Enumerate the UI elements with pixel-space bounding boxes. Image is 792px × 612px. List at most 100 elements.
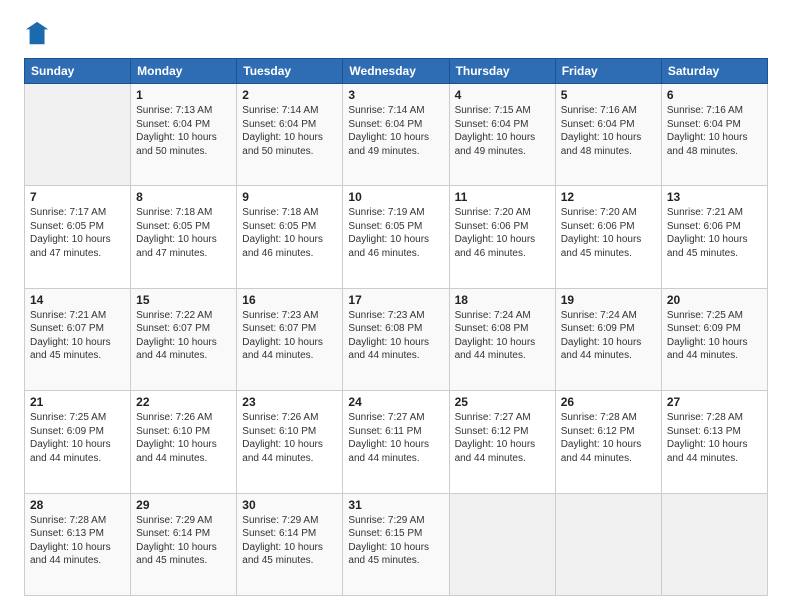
day-cell: 28 Sunrise: 7:28 AM Sunset: 6:13 PM Dayli… <box>25 493 131 595</box>
day-number: 30 <box>242 498 337 512</box>
day-number: 7 <box>30 190 125 204</box>
day-cell: 10 Sunrise: 7:19 AM Sunset: 6:05 PM Dayli… <box>343 186 449 288</box>
day-cell: 12 Sunrise: 7:20 AM Sunset: 6:06 PM Dayli… <box>555 186 661 288</box>
day-cell: 11 Sunrise: 7:20 AM Sunset: 6:06 PM Dayli… <box>449 186 555 288</box>
day-cell: 1 Sunrise: 7:13 AM Sunset: 6:04 PM Daylig… <box>131 84 237 186</box>
column-header-friday: Friday <box>555 59 661 84</box>
day-info: Sunrise: 7:20 AM Sunset: 6:06 PM Dayligh… <box>561 206 656 260</box>
day-number: 31 <box>348 498 443 512</box>
day-info: Sunrise: 7:18 AM Sunset: 6:05 PM Dayligh… <box>242 206 337 260</box>
week-row-1: 1 Sunrise: 7:13 AM Sunset: 6:04 PM Daylig… <box>25 84 768 186</box>
day-info: Sunrise: 7:15 AM Sunset: 6:04 PM Dayligh… <box>455 104 550 158</box>
day-number: 27 <box>667 395 762 409</box>
day-cell <box>555 493 661 595</box>
week-row-2: 7Sunrise: 7:17 AM Sunset: 6:05 PM Daylig… <box>25 186 768 288</box>
day-number: 1 <box>136 88 231 102</box>
day-number: 23 <box>242 395 337 409</box>
day-number: 28 <box>30 498 125 512</box>
calendar-page: SundayMondayTuesdayWednesdayThursdayFrid… <box>0 0 792 612</box>
day-number: 9 <box>242 190 337 204</box>
day-info: Sunrise: 7:28 AM Sunset: 6:13 PM Dayligh… <box>30 514 125 568</box>
day-cell: 18 Sunrise: 7:24 AM Sunset: 6:08 PM Dayli… <box>449 288 555 390</box>
day-info: Sunrise: 7:20 AM Sunset: 6:06 PM Dayligh… <box>455 206 550 260</box>
column-header-wednesday: Wednesday <box>343 59 449 84</box>
day-cell: 7Sunrise: 7:17 AM Sunset: 6:05 PM Daylig… <box>25 186 131 288</box>
day-cell: 22 Sunrise: 7:26 AM Sunset: 6:10 PM Dayli… <box>131 391 237 493</box>
day-info: Sunrise: 7:25 AM Sunset: 6:09 PM Dayligh… <box>667 309 762 363</box>
day-info: Sunrise: 7:23 AM Sunset: 6:07 PM Dayligh… <box>242 309 337 363</box>
day-number: 3 <box>348 88 443 102</box>
day-info: Sunrise: 7:29 AM Sunset: 6:14 PM Dayligh… <box>136 514 231 568</box>
day-number: 18 <box>455 293 550 307</box>
day-cell: 25 Sunrise: 7:27 AM Sunset: 6:12 PM Dayli… <box>449 391 555 493</box>
day-cell: 29 Sunrise: 7:29 AM Sunset: 6:14 PM Dayli… <box>131 493 237 595</box>
day-number: 4 <box>455 88 550 102</box>
day-number: 2 <box>242 88 337 102</box>
calendar-body: 1 Sunrise: 7:13 AM Sunset: 6:04 PM Daylig… <box>25 84 768 596</box>
day-number: 21 <box>30 395 125 409</box>
day-cell: 14 Sunrise: 7:21 AM Sunset: 6:07 PM Dayli… <box>25 288 131 390</box>
logo-icon <box>24 20 52 48</box>
day-number: 10 <box>348 190 443 204</box>
day-cell: 9 Sunrise: 7:18 AM Sunset: 6:05 PM Daylig… <box>237 186 343 288</box>
day-number: 22 <box>136 395 231 409</box>
day-number: 19 <box>561 293 656 307</box>
day-cell: 2 Sunrise: 7:14 AM Sunset: 6:04 PM Daylig… <box>237 84 343 186</box>
day-info: Sunrise: 7:21 AM Sunset: 6:06 PM Dayligh… <box>667 206 762 260</box>
day-cell: 5 Sunrise: 7:16 AM Sunset: 6:04 PM Daylig… <box>555 84 661 186</box>
day-info: Sunrise: 7:28 AM Sunset: 6:12 PM Dayligh… <box>561 411 656 465</box>
day-cell: 6Sunrise: 7:16 AM Sunset: 6:04 PM Daylig… <box>661 84 767 186</box>
week-row-3: 14 Sunrise: 7:21 AM Sunset: 6:07 PM Dayli… <box>25 288 768 390</box>
day-number: 14 <box>30 293 125 307</box>
day-number: 5 <box>561 88 656 102</box>
calendar-table: SundayMondayTuesdayWednesdayThursdayFrid… <box>24 58 768 596</box>
day-number: 26 <box>561 395 656 409</box>
day-info: Sunrise: 7:13 AM Sunset: 6:04 PM Dayligh… <box>136 104 231 158</box>
day-info: Sunrise: 7:16 AM Sunset: 6:04 PM Dayligh… <box>561 104 656 158</box>
day-cell: 23 Sunrise: 7:26 AM Sunset: 6:10 PM Dayli… <box>237 391 343 493</box>
day-info: Sunrise: 7:27 AM Sunset: 6:12 PM Dayligh… <box>455 411 550 465</box>
day-cell: 13 Sunrise: 7:21 AM Sunset: 6:06 PM Dayli… <box>661 186 767 288</box>
day-cell: 4 Sunrise: 7:15 AM Sunset: 6:04 PM Daylig… <box>449 84 555 186</box>
day-cell: 17Sunrise: 7:23 AM Sunset: 6:08 PM Dayli… <box>343 288 449 390</box>
day-info: Sunrise: 7:29 AM Sunset: 6:14 PM Dayligh… <box>242 514 337 568</box>
column-header-sunday: Sunday <box>25 59 131 84</box>
day-cell: 26 Sunrise: 7:28 AM Sunset: 6:12 PM Dayli… <box>555 391 661 493</box>
day-number: 25 <box>455 395 550 409</box>
day-cell: 15Sunrise: 7:22 AM Sunset: 6:07 PM Dayli… <box>131 288 237 390</box>
day-info: Sunrise: 7:19 AM Sunset: 6:05 PM Dayligh… <box>348 206 443 260</box>
day-info: Sunrise: 7:18 AM Sunset: 6:05 PM Dayligh… <box>136 206 231 260</box>
day-cell: 27Sunrise: 7:28 AM Sunset: 6:13 PM Dayli… <box>661 391 767 493</box>
day-number: 8 <box>136 190 231 204</box>
day-info: Sunrise: 7:26 AM Sunset: 6:10 PM Dayligh… <box>136 411 231 465</box>
column-header-monday: Monday <box>131 59 237 84</box>
day-info: Sunrise: 7:14 AM Sunset: 6:04 PM Dayligh… <box>348 104 443 158</box>
column-header-tuesday: Tuesday <box>237 59 343 84</box>
day-number: 16 <box>242 293 337 307</box>
day-number: 11 <box>455 190 550 204</box>
day-info: Sunrise: 7:29 AM Sunset: 6:15 PM Dayligh… <box>348 514 443 568</box>
day-number: 29 <box>136 498 231 512</box>
week-row-4: 21Sunrise: 7:25 AM Sunset: 6:09 PM Dayli… <box>25 391 768 493</box>
day-cell: 8 Sunrise: 7:18 AM Sunset: 6:05 PM Daylig… <box>131 186 237 288</box>
day-info: Sunrise: 7:21 AM Sunset: 6:07 PM Dayligh… <box>30 309 125 363</box>
week-row-5: 28 Sunrise: 7:28 AM Sunset: 6:13 PM Dayli… <box>25 493 768 595</box>
header <box>24 20 768 48</box>
day-number: 13 <box>667 190 762 204</box>
day-info: Sunrise: 7:14 AM Sunset: 6:04 PM Dayligh… <box>242 104 337 158</box>
day-cell <box>661 493 767 595</box>
column-header-thursday: Thursday <box>449 59 555 84</box>
day-info: Sunrise: 7:27 AM Sunset: 6:11 PM Dayligh… <box>348 411 443 465</box>
day-number: 20 <box>667 293 762 307</box>
day-number: 17 <box>348 293 443 307</box>
day-number: 6 <box>667 88 762 102</box>
day-number: 15 <box>136 293 231 307</box>
day-cell: 24Sunrise: 7:27 AM Sunset: 6:11 PM Dayli… <box>343 391 449 493</box>
header-row: SundayMondayTuesdayWednesdayThursdayFrid… <box>25 59 768 84</box>
day-cell: 20 Sunrise: 7:25 AM Sunset: 6:09 PM Dayli… <box>661 288 767 390</box>
day-info: Sunrise: 7:24 AM Sunset: 6:08 PM Dayligh… <box>455 309 550 363</box>
day-number: 12 <box>561 190 656 204</box>
day-info: Sunrise: 7:24 AM Sunset: 6:09 PM Dayligh… <box>561 309 656 363</box>
day-cell: 3 Sunrise: 7:14 AM Sunset: 6:04 PM Daylig… <box>343 84 449 186</box>
day-info: Sunrise: 7:26 AM Sunset: 6:10 PM Dayligh… <box>242 411 337 465</box>
